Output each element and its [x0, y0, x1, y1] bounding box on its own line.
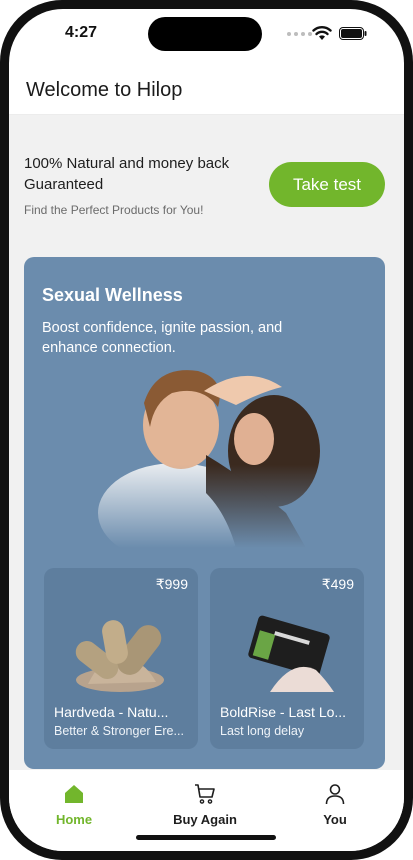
app-header: Welcome to Hilop	[9, 65, 404, 115]
nav-label-buy-again: Buy Again	[173, 812, 237, 827]
page-title: Welcome to Hilop	[26, 79, 183, 101]
wifi-icon	[312, 26, 332, 40]
user-icon	[325, 784, 345, 805]
product-name: BoldRise - Last Lo...	[220, 704, 347, 720]
category-card-sexual-wellness[interactable]: Sexual Wellness Boost confidence, ignite…	[24, 257, 385, 769]
category-description: Boost confidence, ignite passion, and en…	[42, 320, 283, 356]
product-description: Better & Stronger Ere...	[54, 724, 184, 738]
nav-item-you[interactable]: You	[285, 778, 385, 834]
product-price: ₹499	[321, 576, 354, 592]
product-price: ₹999	[155, 576, 188, 592]
battery-icon	[339, 27, 367, 40]
nav-label-home: Home	[55, 812, 93, 827]
status-time: 4:27	[65, 24, 98, 41]
nav-label-you: You	[323, 812, 347, 827]
status-bar: 4:27	[9, 9, 404, 65]
product-name: Hardveda - Natu...	[54, 704, 169, 720]
dynamic-island	[148, 17, 262, 51]
nav-item-buy-again[interactable]: Buy Again	[155, 778, 255, 834]
product-description: Last long delay	[220, 724, 305, 738]
couple-hero-image	[86, 363, 326, 548]
app-screen: 4:27 Welcome to Hilop 100% Natural and m…	[9, 9, 404, 851]
take-test-button[interactable]: Take test	[269, 162, 385, 207]
cart-icon	[195, 784, 215, 804]
product-card-hardveda[interactable]: ₹999 Hardveda - Natu... Better & Stronge…	[44, 568, 198, 749]
category-title: Sexual Wellness	[42, 285, 183, 305]
home-icon	[65, 785, 83, 803]
home-content[interactable]: 100% Natural and money back Guaranteed F…	[9, 115, 404, 770]
product-card-boldrise[interactable]: ₹499 BoldRise - Last Lo... Last long del…	[210, 568, 364, 749]
promo-headline: 100% Natural and money back Guaranteed	[24, 155, 230, 193]
capsules-powder-image	[75, 620, 164, 692]
sachet-powder-image	[248, 615, 334, 692]
promo-subtext: Find the Perfect Products for You!	[24, 203, 204, 217]
phone-frame: 4:27 Welcome to Hilop 100% Natural and m…	[0, 0, 413, 860]
nav-item-home[interactable]: Home	[24, 778, 124, 834]
home-indicator	[136, 835, 276, 840]
signal-icon	[287, 32, 312, 36]
